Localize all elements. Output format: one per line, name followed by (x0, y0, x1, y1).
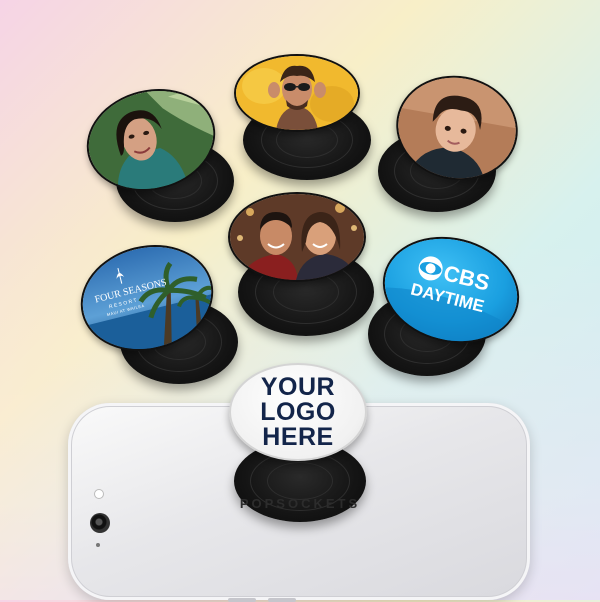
popsocket-cap-man-sunglasses (234, 54, 360, 132)
custom-logo-line-1: YOUR (260, 372, 336, 401)
custom-logo-line-3: HERE (262, 422, 334, 451)
popsocket-cap-custom-logo: YOUR LOGO HERE (229, 363, 367, 461)
popsockets-brand-text: POPSOCKETS (239, 495, 361, 511)
flash-icon (94, 489, 104, 499)
microphone-hole (96, 543, 100, 547)
custom-logo-line-2: LOGO (260, 397, 336, 426)
camera-lens-icon (90, 513, 110, 533)
side-button (228, 598, 256, 602)
popsocket-cap-couple (228, 192, 366, 282)
side-button (268, 598, 296, 602)
product-scene: FOUR SEASONS RESORT MAUI AT WAILEA CBS D… (0, 0, 600, 602)
